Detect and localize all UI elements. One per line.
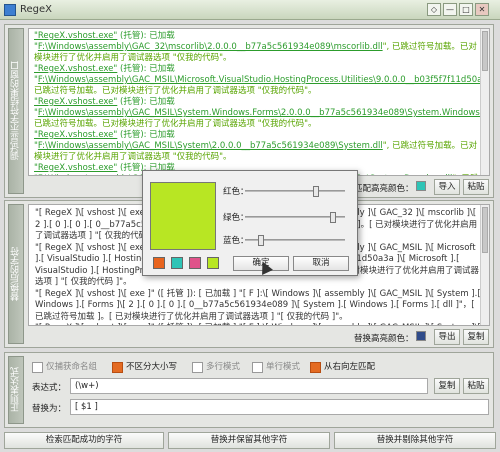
option-multiline-checkbox[interactable]: 多行模式: [192, 360, 240, 374]
debug-output-scrollbar[interactable]: [480, 29, 489, 175]
option-ignore-case-checkbox[interactable]: 不区分大小写: [112, 360, 177, 374]
maximize-button[interactable]: □: [459, 3, 473, 16]
option-named-groups-checkbox[interactable]: 仅捕获命名组: [32, 360, 97, 374]
debug-output-segment: F:\Windows\assembly\GAC_MSIL\System\2.0.…: [37, 141, 383, 151]
debug-output-segment: "RegeX.vshost.exe": [34, 64, 118, 74]
debug-output-line: "RegeX.vshost.exe" (托管): 已加载 "F:\Windows…: [34, 97, 489, 130]
debug-output-segment: "RegeX.vshost.exe": [34, 97, 118, 107]
window-title: RegeX: [20, 4, 53, 15]
debug-output-segment: "RegeX.vshost.exe": [34, 31, 118, 41]
title-bar: RegeX ◇ — □ ✕: [0, 0, 500, 20]
preset-color-pink[interactable]: [189, 257, 201, 269]
pin-button[interactable]: ◇: [427, 3, 441, 16]
color-picker-dialog: 红色： 绿色： 蓝色： 确定 取消: [142, 170, 358, 276]
debug-output-line: "RegeX.vshost.exe" (托管): 已加载 "F:\Windows…: [34, 31, 484, 64]
replace-keep-others-button[interactable]: 替换并保留其他字符: [168, 432, 330, 449]
copy-button-expression[interactable]: 复制: [434, 378, 460, 394]
regex-label: 正则表达式: [8, 356, 24, 424]
option-right-to-left-checkbox[interactable]: 从右向左匹配: [310, 360, 375, 374]
copy-button-output[interactable]: 复制: [463, 329, 489, 345]
preset-color-orange[interactable]: [153, 257, 165, 269]
debug-output-text: "RegeX.vshost.exe" (托管): 已加载 "F:\Windows…: [29, 29, 489, 175]
close-button[interactable]: ✕: [475, 3, 489, 16]
import-button[interactable]: 导入: [434, 179, 460, 195]
debug-output-line: "RegeX.vshost.exe" (托管): 已加载 "F:\Windows…: [34, 130, 484, 163]
replace-with-label: 替换为：: [32, 404, 67, 414]
blue-slider[interactable]: [245, 235, 345, 246]
current-color-preview: [150, 182, 216, 250]
find-matches-button[interactable]: 检索匹配成功的字符: [4, 432, 164, 449]
option-singleline-checkbox[interactable]: 单行模式: [252, 360, 300, 374]
paste-button-expression[interactable]: 粘贴: [463, 378, 489, 394]
replace-remove-others-button[interactable]: 替换并剔除其他字符: [334, 432, 496, 449]
expression-input[interactable]: (\w+): [70, 378, 428, 394]
preset-color-lime[interactable]: [207, 257, 219, 269]
minimize-button[interactable]: —: [443, 3, 457, 16]
debug-output-label: 调试显示字符结果的窗口: [8, 28, 24, 194]
red-slider[interactable]: [245, 186, 345, 197]
replaced-output-label: 替换后的字符: [8, 204, 24, 344]
replace-highlight-label: 替换高亮颜色：: [354, 334, 414, 344]
cancel-button[interactable]: 取消: [293, 256, 349, 271]
replace-with-input[interactable]: [ $1 ]: [70, 399, 489, 415]
debug-output-segment: F:\Windows\assembly\GAC_MSIL\Microsoft.V…: [37, 75, 489, 85]
match-highlight-color-swatch[interactable]: [416, 181, 426, 191]
green-slider[interactable]: [245, 212, 345, 223]
export-button[interactable]: 导出: [434, 329, 460, 345]
debug-output-segment: F:\Windows\assembly\GAC_32\mscorlib\2.0.…: [37, 42, 383, 52]
expression-label: 表达式：: [32, 383, 67, 393]
debug-output-line: "RegeX.vshost.exe" (托管): 已加载 "F:\Windows…: [34, 64, 489, 97]
replaced-output-scrollbar[interactable]: [480, 205, 489, 325]
replace-highlight-color-swatch[interactable]: [416, 331, 426, 341]
preset-color-teal[interactable]: [171, 257, 183, 269]
debug-output-textbox[interactable]: "RegeX.vshost.exe" (托管): 已加载 "F:\Windows…: [28, 28, 490, 176]
debug-output-segment: "RegeX.vshost.exe": [34, 163, 118, 173]
debug-output-segment: F:\Windows\assembly\GAC_MSIL\System.Wind…: [37, 108, 490, 118]
app-icon: [4, 4, 16, 16]
debug-output-segment: "RegeX.vshost.exe": [34, 130, 118, 140]
match-highlight-label: 匹配高亮颜色：: [354, 184, 414, 194]
paste-button-top[interactable]: 粘贴: [463, 179, 489, 195]
